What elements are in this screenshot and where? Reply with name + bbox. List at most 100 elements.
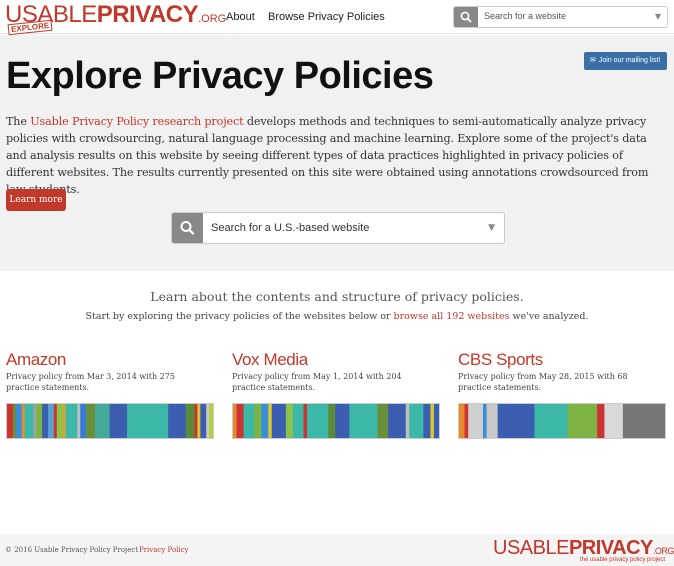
bar-segment[interactable] [33,404,37,439]
bar-segment[interactable] [261,404,269,439]
search-icon [460,11,472,23]
bar-segment[interactable] [194,404,198,439]
bar-segment[interactable] [109,404,128,439]
bar-segment[interactable] [21,404,25,439]
bar-segment[interactable] [200,404,207,439]
section-heading: Learn about the contents and structure o… [150,289,524,304]
bar-segment[interactable] [597,404,605,439]
main-search-placeholder: Search for a U.S.-based website [211,222,370,234]
nav-link-about[interactable]: About [226,11,255,23]
join-mailing-list-button[interactable]: ✉ Join our mailing list! [584,52,667,70]
bar-segment[interactable] [307,404,329,439]
footer-logo[interactable]: USABLEPRIVACY.ORG the usable privacy pol… [493,537,674,565]
site-card-cbs-sports[interactable]: CBS Sports Privacy policy from May 28, 2… [458,349,668,439]
bar-segment[interactable] [77,404,81,439]
privacy-policy-link[interactable]: Privacy Policy [139,546,189,554]
bar-segment[interactable] [127,404,169,439]
bar-segment[interactable] [197,404,201,439]
page-title: Explore Privacy Policies [6,55,434,97]
site-name-link[interactable]: CBS Sports [458,349,668,371]
section-subheading: Start by exploring the privacy policies … [0,311,674,322]
bar-segment[interactable] [433,404,440,439]
bar-segment[interactable] [185,404,195,439]
bar-segment[interactable] [604,404,624,439]
bar-segment[interactable] [56,404,63,439]
bar-segment[interactable] [62,404,66,439]
bar-segment[interactable] [7,404,14,439]
bar-segment[interactable] [534,404,568,439]
bar-segment[interactable] [209,404,214,439]
intro-prefix: The [6,115,31,128]
bar-segment[interactable] [328,404,336,439]
site-name-link[interactable]: Amazon [6,349,216,371]
bar-segment[interactable] [464,404,469,439]
bar-segment[interactable] [622,404,666,439]
copyright-text: © 2016 Usable Privacy Policy Project [5,546,139,554]
site-logo[interactable]: USABLEPRIVACY.ORG EXPLORE [5,2,226,36]
policy-structure-bar[interactable] [6,403,214,439]
bar-segment[interactable] [42,404,49,439]
intro-paragraph: The Usable Privacy Policy research proje… [6,113,670,198]
bar-segment[interactable] [12,404,17,439]
bar-segment[interactable] [292,404,304,439]
bar-segment[interactable] [482,404,487,439]
footer: © 2016 Usable Privacy Policy Project Pri… [0,534,674,566]
nav-link-browse-policies[interactable]: Browse Privacy Policies [268,11,385,23]
bar-segment[interactable] [36,404,43,439]
main-search-select[interactable]: Search for a U.S.-based website ▼ [171,212,505,244]
envelope-icon: ✉ [590,57,596,64]
policy-structure-bar[interactable] [458,403,666,439]
site-card-amazon[interactable]: Amazon Privacy policy from Mar 3, 2014 w… [6,349,216,439]
bar-segment[interactable] [53,404,58,439]
bar-segment[interactable] [243,404,255,439]
bar-segment[interactable] [459,404,465,439]
bar-segment[interactable] [48,404,55,439]
site-name-link[interactable]: Vox Media [232,349,442,371]
bar-segment[interactable] [423,404,431,439]
learn-more-button[interactable]: Learn more [6,189,66,211]
site-card-vox-media[interactable]: Vox Media Privacy policy from May 1, 201… [232,349,442,439]
main-search-button[interactable] [172,213,203,243]
policy-structure-bar[interactable] [232,403,440,439]
bar-segment[interactable] [268,404,273,439]
bar-segment[interactable] [24,404,34,439]
nav-search-button[interactable] [454,7,478,27]
chevron-down-icon: ▼ [488,223,495,233]
bar-segment[interactable] [349,404,378,439]
bar-segment[interactable] [486,404,498,439]
bar-segment[interactable] [335,404,350,439]
bar-segment[interactable] [497,404,535,439]
bar-segment[interactable] [65,404,78,439]
bar-segment[interactable] [94,404,110,439]
browse-all-websites-link[interactable]: browse all 192 websites [394,311,510,322]
bar-segment[interactable] [377,404,389,439]
hero-section: Explore Privacy Policies ✉ Join our maili… [0,35,674,271]
bar-segment[interactable] [430,404,435,439]
research-project-link[interactable]: Usable Privacy Policy research project [30,115,243,128]
bar-segment[interactable] [236,404,244,439]
bar-segment[interactable] [271,404,287,439]
nav-search-select[interactable]: Search for a website ▼ [453,6,668,28]
bar-segment[interactable] [15,404,22,439]
bar-segment[interactable] [303,404,308,439]
search-icon [180,221,195,235]
footer-logo-tagline: the usable privacy policy project [579,557,665,563]
bar-segment[interactable] [86,404,96,439]
bar-segment[interactable] [80,404,87,439]
navbar: USABLEPRIVACY.ORG EXPLORE About Browse P… [0,0,674,36]
bar-segment[interactable] [468,404,484,439]
bar-segment[interactable] [567,404,598,439]
bar-segment[interactable] [388,404,407,439]
bar-segment[interactable] [206,404,210,439]
bar-segment[interactable] [254,404,262,439]
bar-segment[interactable] [405,404,410,439]
bar-segment[interactable] [168,404,187,439]
site-description: Privacy policy from Mar 3, 2014 with 275… [6,372,175,392]
nav-search-placeholder: Search for a website [484,11,567,21]
bar-segment[interactable] [233,404,237,439]
mail-button-label: Join our mailing list! [598,57,661,64]
chevron-down-icon: ▼ [654,12,661,21]
site-description: Privacy policy from May 1, 2014 with 204… [232,372,402,392]
bar-segment[interactable] [409,404,424,439]
bar-segment[interactable] [285,404,294,439]
